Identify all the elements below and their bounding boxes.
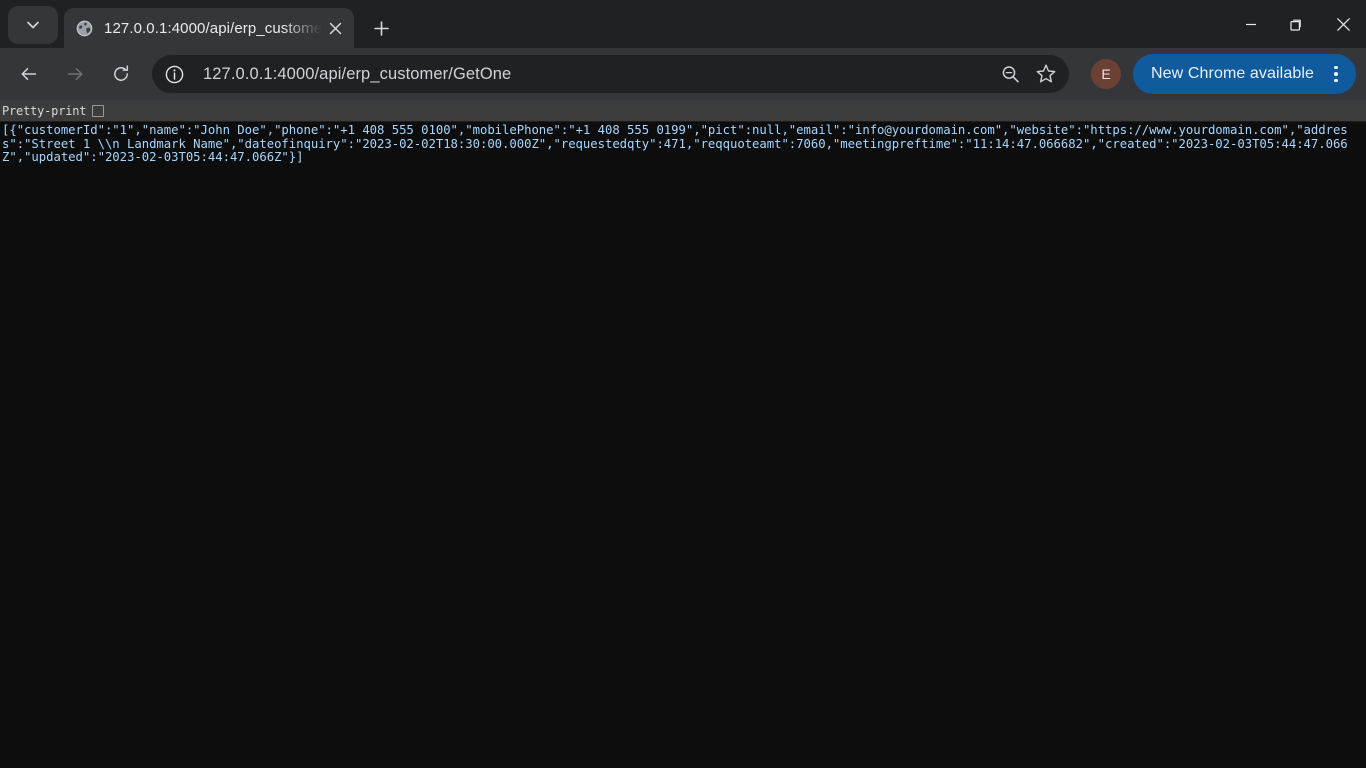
json-response-text: [{"customerId":"1","name":"John Doe","ph…	[2, 123, 1348, 165]
pretty-print-label: Pretty-print	[2, 103, 87, 118]
info-icon	[165, 65, 183, 83]
url-text[interactable]: 127.0.0.1:4000/api/erp_customer/GetOne	[203, 65, 991, 84]
back-button[interactable]	[9, 54, 49, 94]
pretty-print-bar: Pretty-print	[0, 100, 1366, 122]
plus-icon	[373, 20, 389, 36]
bookmark-button[interactable]	[1029, 57, 1063, 91]
arrow-left-icon	[21, 68, 37, 80]
pretty-print-checkbox[interactable]	[92, 104, 105, 117]
chevron-down-icon	[27, 21, 39, 29]
reload-button[interactable]	[101, 54, 141, 94]
close-icon[interactable]	[324, 17, 346, 39]
globe-icon	[76, 20, 93, 37]
window-controls	[1228, 0, 1366, 48]
lens-search-button[interactable]	[993, 57, 1027, 91]
chrome-update-label: New Chrome available	[1151, 65, 1314, 82]
restore-button[interactable]	[1274, 0, 1320, 48]
arrow-right-icon	[67, 68, 83, 80]
forward-button[interactable]	[55, 54, 95, 94]
tab-title: 127.0.0.1:4000/api/erp_custome	[104, 19, 322, 37]
browser-tab[interactable]: 127.0.0.1:4000/api/erp_custome	[64, 8, 354, 48]
new-tab-button[interactable]	[366, 13, 396, 43]
chrome-update-button[interactable]: New Chrome available	[1133, 54, 1356, 94]
close-icon	[1336, 17, 1350, 31]
site-info-button[interactable]	[159, 59, 189, 89]
tab-search-button[interactable]	[8, 6, 58, 44]
address-bar[interactable]: 127.0.0.1:4000/api/erp_customer/GetOne	[152, 55, 1070, 93]
three-dot-menu-icon[interactable]	[1320, 58, 1352, 90]
minimize-button[interactable]	[1228, 0, 1274, 48]
search-icon	[1002, 65, 1019, 82]
avatar[interactable]: E	[1091, 59, 1122, 89]
close-window-button[interactable]	[1320, 0, 1366, 48]
tab-strip: 127.0.0.1:4000/api/erp_custome	[0, 0, 1366, 48]
minimize-icon	[1246, 23, 1256, 26]
browser-toolbar: 127.0.0.1:4000/api/erp_customer/GetOne E…	[0, 48, 1366, 100]
page-content: Pretty-print [{"customerId":"1","name":"…	[0, 100, 1366, 768]
star-icon	[1036, 64, 1056, 83]
browser-window: 127.0.0.1:4000/api/erp_custome 127.0.0.1…	[0, 0, 1366, 768]
json-viewer: [{"customerId":"1","name":"John Doe","ph…	[0, 122, 1366, 768]
reload-icon	[114, 65, 129, 81]
restore-icon	[1290, 19, 1301, 31]
